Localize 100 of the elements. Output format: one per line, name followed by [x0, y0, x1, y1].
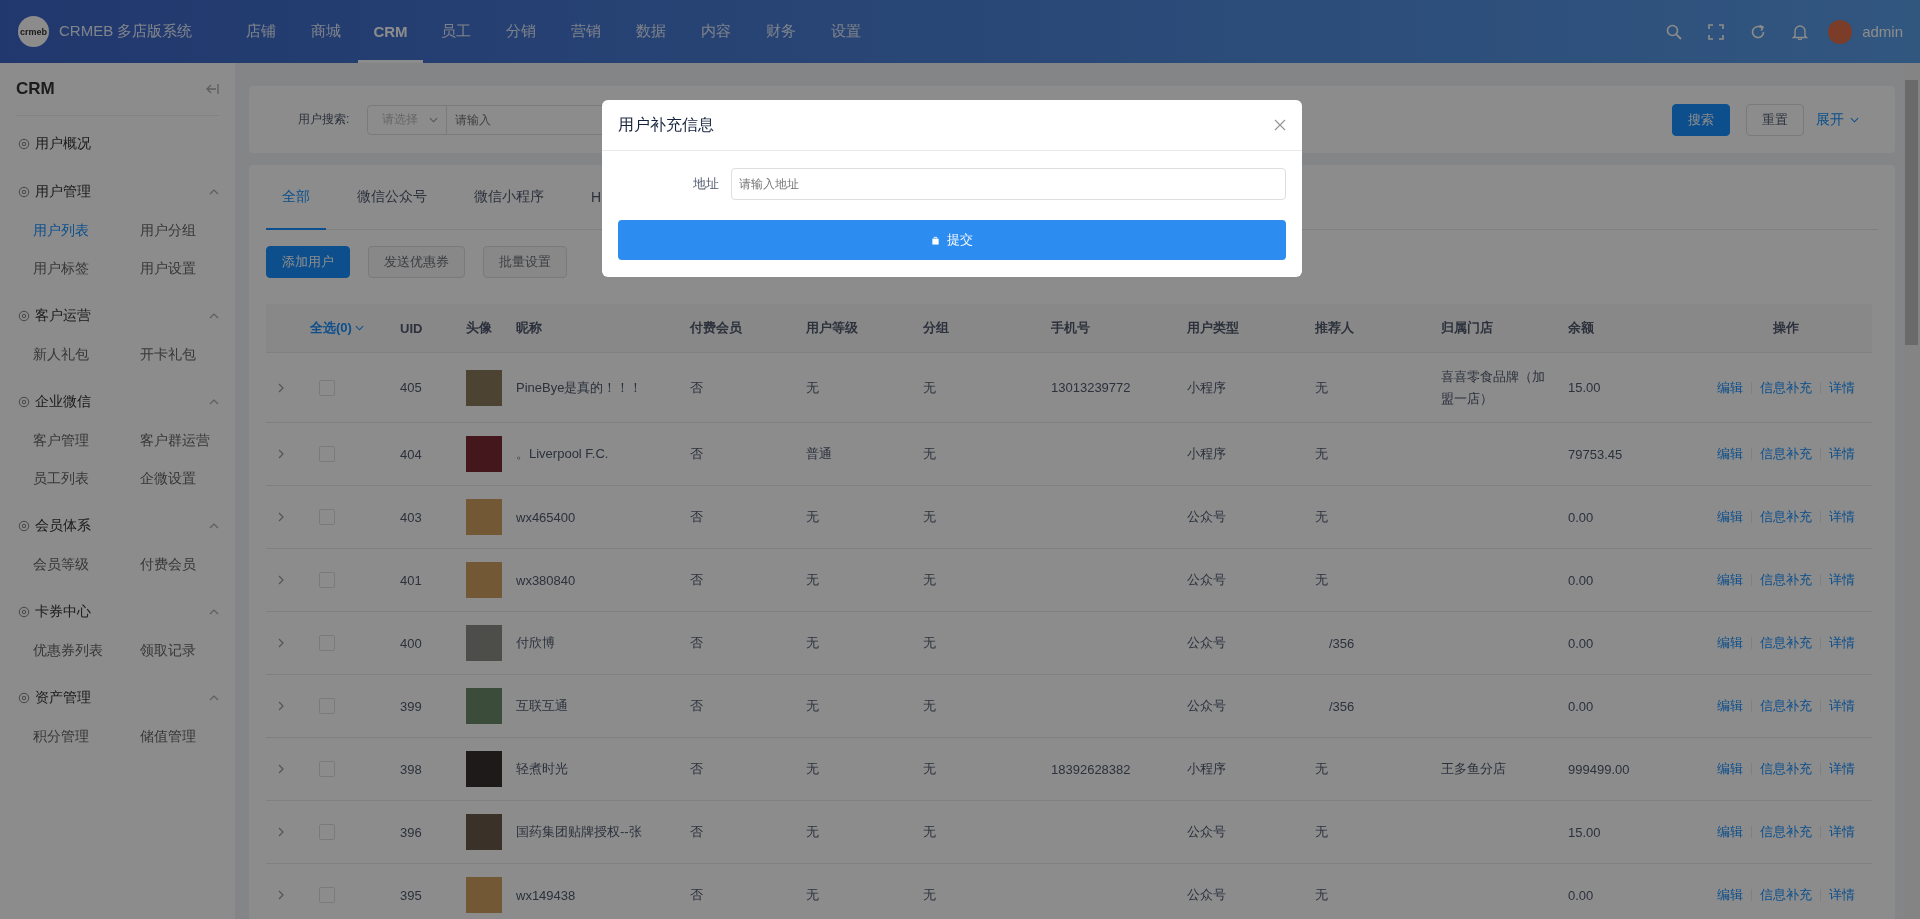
- expand-toggle[interactable]: 展开: [1816, 110, 1859, 129]
- username[interactable]: admin: [1862, 23, 1903, 40]
- tab[interactable]: 微信小程序: [458, 165, 560, 230]
- row-action-link[interactable]: 编辑: [1717, 508, 1743, 526]
- sidebar-item[interactable]: 客户群运营: [140, 422, 247, 460]
- expand-row-icon[interactable]: [278, 382, 284, 393]
- expand-row-icon[interactable]: [278, 512, 284, 522]
- row-action-link[interactable]: 编辑: [1717, 886, 1743, 904]
- expand-row-icon[interactable]: [278, 449, 284, 459]
- row-action-link[interactable]: 详情: [1829, 378, 1855, 397]
- sidebar-item[interactable]: 付费会员: [140, 546, 247, 584]
- row-action-link[interactable]: 详情: [1829, 445, 1855, 463]
- row-action-link[interactable]: 信息补充: [1760, 571, 1812, 589]
- row-action-link[interactable]: 信息补充: [1760, 823, 1812, 841]
- table-cell-text: 小程序: [1187, 378, 1227, 397]
- row-action-link[interactable]: 信息补充: [1760, 697, 1812, 715]
- table-cell-text: 400: [400, 635, 423, 651]
- circle-icon: [18, 520, 30, 532]
- nav-item[interactable]: 设置: [813, 0, 878, 63]
- row-action-link[interactable]: 信息补充: [1760, 634, 1812, 652]
- nav-item[interactable]: 财务: [748, 0, 813, 63]
- sidebar-group[interactable]: 用户管理: [0, 172, 235, 212]
- nav-item[interactable]: CRM: [358, 0, 423, 63]
- tab[interactable]: 微信公众号: [341, 165, 443, 230]
- expand-row-icon[interactable]: [278, 890, 284, 900]
- row-action-link[interactable]: 详情: [1829, 760, 1855, 778]
- expand-row-icon[interactable]: [278, 701, 284, 711]
- row-action-link[interactable]: 编辑: [1717, 697, 1743, 715]
- row-action-link[interactable]: 详情: [1829, 571, 1855, 589]
- sidebar-group[interactable]: 资产管理: [0, 678, 235, 718]
- action-button[interactable]: 添加用户: [266, 246, 350, 278]
- row-action-link[interactable]: 详情: [1829, 886, 1855, 904]
- sidebar-item[interactable]: 用户设置: [140, 250, 247, 288]
- expand-row-icon[interactable]: [278, 575, 284, 585]
- sidebar-item[interactable]: 用户分组: [140, 212, 247, 250]
- refresh-icon[interactable]: [1750, 23, 1767, 40]
- row-action-link[interactable]: 编辑: [1717, 634, 1743, 652]
- column-header: 推荐人: [1315, 319, 1355, 337]
- search-button[interactable]: 搜索: [1672, 103, 1730, 136]
- notification-bell-icon[interactable]: [1792, 23, 1809, 40]
- reset-button[interactable]: 重置: [1746, 103, 1804, 136]
- address-input-field[interactable]: 请输入地址: [731, 168, 1286, 200]
- nav-item[interactable]: 数据: [618, 0, 683, 63]
- nav-item[interactable]: 分销: [488, 0, 553, 63]
- row-action-link[interactable]: 详情: [1829, 634, 1855, 652]
- expand-row-icon[interactable]: [278, 638, 284, 648]
- sidebar-item[interactable]: 用户标签: [33, 250, 140, 288]
- row-action-link[interactable]: 编辑: [1717, 445, 1743, 463]
- tab[interactable]: 全部: [266, 165, 326, 230]
- sidebar-item[interactable]: 员工列表: [33, 460, 140, 498]
- sidebar-item[interactable]: 会员等级: [33, 546, 140, 584]
- nav-item[interactable]: 营销: [553, 0, 618, 63]
- fullscreen-icon[interactable]: [1708, 23, 1725, 40]
- expand-row-icon[interactable]: [278, 827, 284, 837]
- sidebar-item[interactable]: 客户管理: [33, 422, 140, 460]
- table-cell-text: 。Liverpool F.C.: [516, 445, 610, 463]
- table-cell-text: 396: [400, 824, 423, 840]
- row-action-link[interactable]: 信息补充: [1760, 760, 1812, 778]
- sidebar-item[interactable]: 新人礼包: [33, 336, 140, 374]
- sidebar-group[interactable]: 用户概况: [0, 124, 235, 164]
- row-action-link[interactable]: 编辑: [1717, 571, 1743, 589]
- avatar-placeholder: [466, 688, 502, 724]
- row-action-link[interactable]: 编辑: [1717, 823, 1743, 841]
- table-cell-text: 405: [400, 380, 423, 395]
- sidebar-item[interactable]: 企微设置: [140, 460, 247, 498]
- row-action-link[interactable]: 详情: [1829, 697, 1855, 715]
- select-all-dropdown[interactable]: 全选(0): [300, 319, 400, 337]
- row-action-link[interactable]: 信息补充: [1760, 445, 1812, 463]
- row-action-link[interactable]: 编辑: [1717, 378, 1743, 397]
- table-cell-text: 否: [690, 634, 704, 652]
- sidebar-group[interactable]: 客户运营: [0, 296, 235, 336]
- nav-item[interactable]: 员工: [423, 0, 488, 63]
- nav-item[interactable]: 内容: [683, 0, 748, 63]
- row-action-link[interactable]: 信息补充: [1760, 508, 1812, 526]
- nav-item[interactable]: 店铺: [228, 0, 293, 63]
- expand-row-icon[interactable]: [278, 764, 284, 774]
- collapse-sidebar-icon[interactable]: [205, 83, 219, 95]
- avatar-placeholder: [466, 814, 502, 850]
- sidebar-item[interactable]: 积分管理: [33, 718, 140, 756]
- row-action-link[interactable]: 详情: [1829, 508, 1855, 526]
- table-cell-text: 无: [923, 697, 937, 715]
- sidebar-group[interactable]: 会员体系: [0, 506, 235, 546]
- row-action-link[interactable]: 详情: [1829, 823, 1855, 841]
- search-icon[interactable]: [1666, 23, 1683, 40]
- nav-item[interactable]: 商城: [293, 0, 358, 63]
- row-action-link[interactable]: 编辑: [1717, 760, 1743, 778]
- table-cell-text: 无: [923, 571, 937, 589]
- sidebar-item[interactable]: 优惠券列表: [33, 632, 140, 670]
- table-cell-text: 无: [1315, 823, 1329, 841]
- close-icon[interactable]: [1274, 119, 1286, 131]
- row-action-link[interactable]: 信息补充: [1760, 886, 1812, 904]
- sidebar-item[interactable]: 用户列表: [33, 212, 140, 250]
- row-action-link[interactable]: 信息补充: [1760, 378, 1812, 397]
- circle-icon: [18, 138, 30, 150]
- sidebar-group[interactable]: 企业微信: [0, 382, 235, 422]
- sidebar-item[interactable]: 开卡礼包: [140, 336, 247, 374]
- sidebar-item[interactable]: 储值管理: [140, 718, 247, 756]
- sidebar-item[interactable]: 领取记录: [140, 632, 247, 670]
- sidebar-group[interactable]: 卡券中心: [0, 592, 235, 632]
- submit-button[interactable]: 提交: [618, 220, 1286, 260]
